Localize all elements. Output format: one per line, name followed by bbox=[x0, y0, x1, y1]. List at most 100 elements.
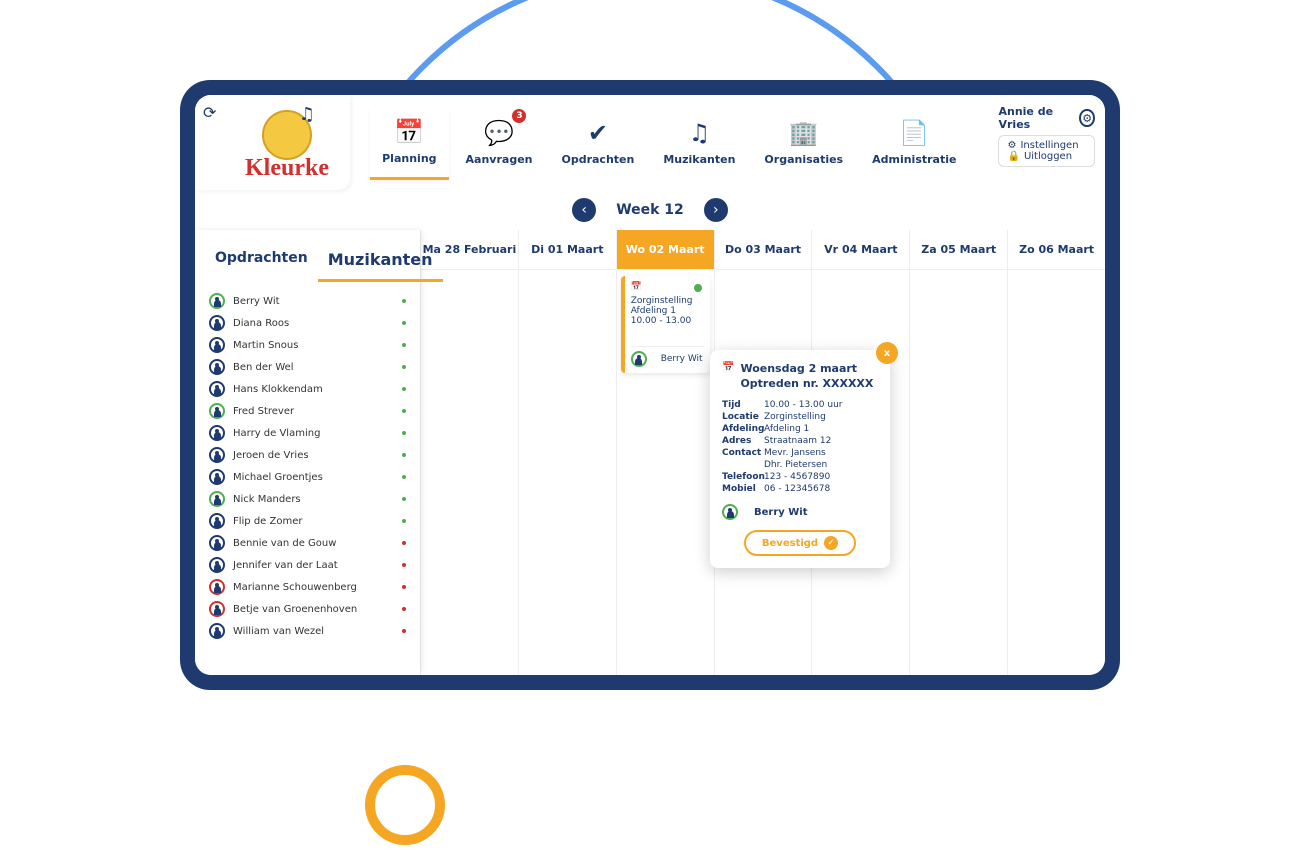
popup-field-label: Afdeling bbox=[722, 424, 764, 434]
nav-organisaties[interactable]: 🏢Organisaties bbox=[752, 105, 855, 180]
person-icon bbox=[209, 491, 225, 507]
musician-row[interactable]: Flip de Zomer bbox=[209, 510, 406, 532]
musician-row[interactable]: Harry de Vlaming bbox=[209, 422, 406, 444]
day-header[interactable]: Do 03 Maart bbox=[715, 230, 812, 270]
musician-name: Nick Manders bbox=[233, 494, 301, 505]
person-icon bbox=[209, 381, 225, 397]
musician-row[interactable]: Nick Manders bbox=[209, 488, 406, 510]
musician-name: Ben der Wel bbox=[233, 362, 294, 373]
nav-aanvragen[interactable]: 3💬 Aanvragen bbox=[454, 105, 545, 180]
close-icon[interactable]: x bbox=[876, 342, 898, 364]
musician-row[interactable]: Jennifer van der Laat bbox=[209, 554, 406, 576]
musician-row[interactable]: Betje van Groenenhoven bbox=[209, 598, 406, 620]
popup-row: ContactMevr. Jansens bbox=[722, 448, 878, 458]
popup-field-label bbox=[722, 460, 764, 470]
musician-name: Fred Strever bbox=[233, 406, 294, 417]
status-dot bbox=[402, 299, 406, 303]
person-icon bbox=[209, 557, 225, 573]
status-dot bbox=[402, 563, 406, 567]
tablet-frame: ⟳ ♫ Kleurke 📅Planning3💬Aanvragen✔Opdrach… bbox=[180, 80, 1120, 690]
logo: ♫ Kleurke bbox=[245, 110, 329, 182]
status-dot bbox=[402, 321, 406, 325]
popup-field-value: Zorginstelling bbox=[764, 412, 826, 422]
person-icon bbox=[209, 513, 225, 529]
app-screen: ⟳ ♫ Kleurke 📅Planning3💬Aanvragen✔Opdrach… bbox=[195, 95, 1105, 675]
nav-administratie[interactable]: 📄Administratie bbox=[860, 105, 968, 180]
person-icon bbox=[209, 447, 225, 463]
week-prev-button[interactable]: ‹ bbox=[572, 198, 596, 222]
event-popup: x 📅Woensdag 2 maartOptreden nr. XXXXXX T… bbox=[710, 350, 890, 568]
nav-badge: 3 bbox=[512, 109, 526, 123]
tab-opdrachten[interactable]: Opdrachten bbox=[205, 240, 318, 282]
popup-field-value: Straatnaam 12 bbox=[764, 436, 831, 446]
nav-opdrachten[interactable]: ✔Opdrachten bbox=[549, 105, 646, 180]
musician-name: Jennifer van der Laat bbox=[233, 560, 338, 571]
popup-field-value: 123 - 4567890 bbox=[764, 472, 830, 482]
person-icon bbox=[209, 623, 225, 639]
nav-icon: 📅 bbox=[394, 118, 424, 146]
musician-name: Betje van Groenenhoven bbox=[233, 604, 357, 615]
day-header[interactable]: Di 01 Maart bbox=[519, 230, 616, 270]
calendar-icon: 📅 bbox=[722, 362, 734, 373]
popup-field-label: Telefoon bbox=[722, 472, 764, 482]
day-header[interactable]: Wo 02 Maart bbox=[617, 230, 714, 270]
nav-label: Muzikanten bbox=[663, 153, 735, 166]
musician-row[interactable]: Marianne Schouwenberg bbox=[209, 576, 406, 598]
musician-row[interactable]: Berry Wit bbox=[209, 290, 406, 312]
day-column: Zo 06 Maart bbox=[1007, 230, 1105, 675]
event-status-dot bbox=[694, 284, 702, 292]
person-icon bbox=[209, 535, 225, 551]
event-org: Zorginstelling bbox=[631, 296, 704, 306]
musician-row[interactable]: Ben der Wel bbox=[209, 356, 406, 378]
popup-field-value: 10.00 - 13.00 uur bbox=[764, 400, 842, 410]
calendar-icon: 📅 bbox=[631, 282, 704, 292]
header: ⟳ ♫ Kleurke 📅 Planning 3💬 Aanvragen ✔Opdrach… bbox=[195, 95, 1105, 190]
musician-row[interactable]: William van Wezel bbox=[209, 620, 406, 642]
day-header[interactable]: Vr 04 Maart bbox=[812, 230, 909, 270]
confirm-button[interactable]: Bevestigd✓ bbox=[744, 530, 856, 556]
status-dot bbox=[402, 475, 406, 479]
musician-row[interactable]: Michael Groentjes bbox=[209, 466, 406, 488]
person-icon bbox=[209, 579, 225, 595]
popup-row: Dhr. Pietersen bbox=[722, 460, 878, 470]
nav-label: Administratie bbox=[872, 153, 956, 166]
musician-row[interactable]: Diana Roos bbox=[209, 312, 406, 334]
user-name-row: Annie de Vries ⚙ bbox=[998, 105, 1095, 131]
nav-icon: ✔ bbox=[588, 119, 608, 147]
calendar-grid: Ma 28 FebruariDi 01 MaartWo 02 Maart 📅 Z… bbox=[420, 230, 1105, 675]
settings-link[interactable]: ⚙ Instellingen bbox=[1007, 140, 1086, 151]
content: Opdrachten Muzikanten Berry WitDiana Roo… bbox=[195, 230, 1105, 675]
popup-field-label: Mobiel bbox=[722, 484, 764, 494]
day-header[interactable]: Zo 06 Maart bbox=[1008, 230, 1105, 270]
musician-name: Bennie van de Gouw bbox=[233, 538, 336, 549]
nav-label: Aanvragen bbox=[466, 153, 533, 166]
day-header[interactable]: Za 05 Maart bbox=[910, 230, 1007, 270]
nav-icon: 💬 bbox=[484, 119, 514, 147]
status-dot bbox=[402, 497, 406, 501]
musician-row[interactable]: Bennie van de Gouw bbox=[209, 532, 406, 554]
person-icon bbox=[209, 359, 225, 375]
status-dot bbox=[402, 343, 406, 347]
nav-icon: ♫ bbox=[689, 119, 711, 147]
day-column: Ma 28 Februari bbox=[420, 230, 518, 675]
musician-name: Harry de Vlaming bbox=[233, 428, 320, 439]
musician-row[interactable]: Jeroen de Vries bbox=[209, 444, 406, 466]
musician-row[interactable]: Hans Klokkendam bbox=[209, 378, 406, 400]
refresh-icon[interactable]: ⟳ bbox=[203, 103, 216, 122]
nav-label: Planning bbox=[382, 152, 436, 165]
nav-planning[interactable]: 📅 Planning bbox=[370, 105, 448, 180]
popup-row: Mobiel06 - 12345678 bbox=[722, 484, 878, 494]
user-name: Annie de Vries bbox=[998, 105, 1073, 131]
musician-row[interactable]: Fred Strever bbox=[209, 400, 406, 422]
musician-name: Marianne Schouwenberg bbox=[233, 582, 357, 593]
tab-muzikanten[interactable]: Muzikanten bbox=[318, 240, 443, 282]
logout-link[interactable]: 🔒 Uitloggen bbox=[1007, 151, 1086, 162]
nav-muzikanten[interactable]: ♫ Muzikanten bbox=[651, 105, 747, 180]
event-card[interactable]: 📅 Zorginstelling Afdeling 1 10.00 - 13.0… bbox=[621, 276, 710, 373]
musician-row[interactable]: Martin Snous bbox=[209, 334, 406, 356]
person-icon bbox=[209, 601, 225, 617]
musician-name: Martin Snous bbox=[233, 340, 298, 351]
gear-icon[interactable]: ⚙ bbox=[1079, 109, 1095, 127]
status-dot bbox=[402, 453, 406, 457]
week-next-button[interactable]: › bbox=[704, 198, 728, 222]
